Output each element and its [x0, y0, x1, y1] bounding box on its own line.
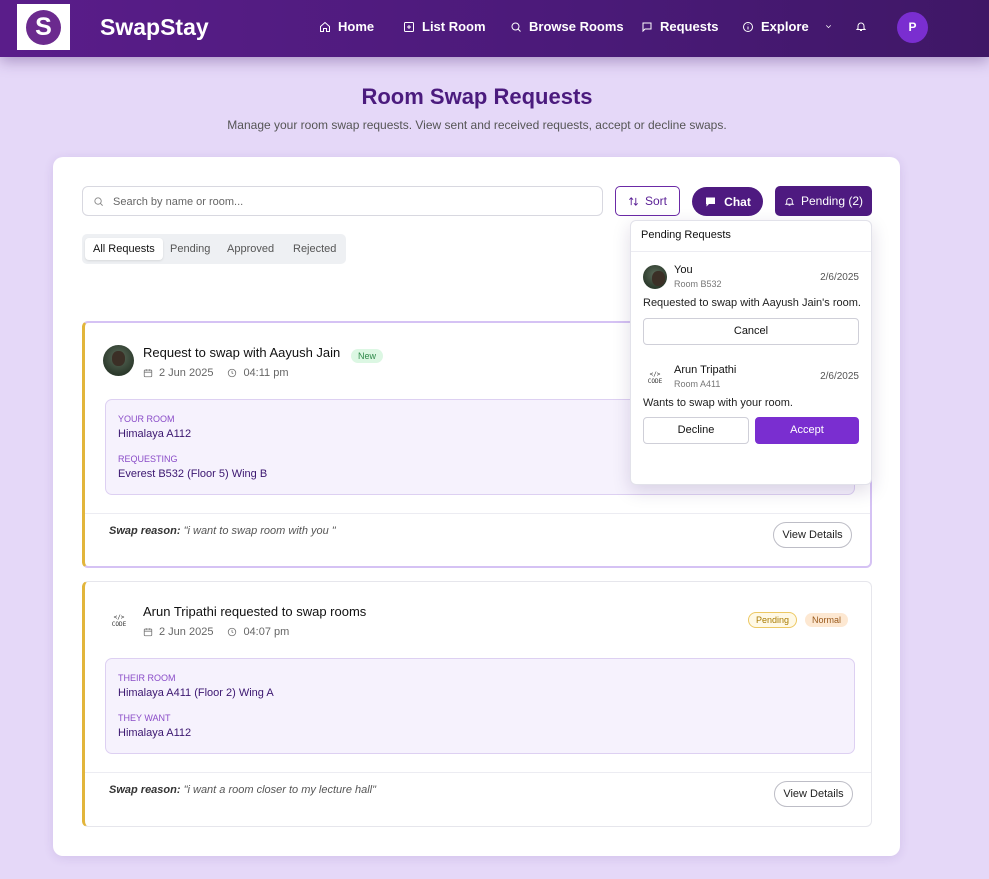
- new-badge: New: [351, 349, 384, 363]
- plus-square-icon: [404, 21, 414, 32]
- pending-item-message: Requested to swap with Aayush Jain's roo…: [643, 297, 861, 309]
- clock-icon: [228, 627, 237, 637]
- top-navbar: S SwapStay Home List Room Browse Rooms R…: [0, 0, 989, 57]
- pending-requests-dropdown: Pending Requests You Room B532 2/6/2025 …: [630, 220, 872, 485]
- code-logo-text: CODE: [111, 621, 127, 628]
- clock-icon: [228, 368, 237, 378]
- user-avatar[interactable]: P: [897, 12, 928, 43]
- nav-explore-label: Explore: [761, 19, 809, 34]
- they-want-value: Himalaya A112: [118, 727, 192, 739]
- sort-arrows-icon: [629, 196, 638, 206]
- swap-reason-label: Swap reason:: [109, 525, 181, 537]
- nav-browse-rooms[interactable]: Browse Rooms: [510, 19, 624, 34]
- search-box[interactable]: [82, 186, 603, 216]
- divider: [631, 251, 871, 252]
- chat-bubble-icon: [706, 197, 716, 206]
- room-details: THEIR ROOM Himalaya A411 (Floor 2) Wing …: [105, 658, 855, 754]
- pending-item-name: Arun Tripathi: [674, 364, 737, 376]
- page-title: Room Swap Requests: [361, 84, 593, 109]
- pending-item-date: 2/6/2025: [820, 371, 859, 382]
- nav-list-room[interactable]: List Room: [403, 19, 486, 34]
- your-room-value: Himalaya A112: [118, 428, 192, 440]
- view-details-button[interactable]: View Details: [774, 781, 853, 807]
- request-title: Request to swap with Aayush Jain: [143, 345, 341, 360]
- requesting-label: REQUESTING: [118, 454, 178, 464]
- pending-button[interactable]: Pending (2): [775, 186, 872, 216]
- chat-button[interactable]: Chat: [692, 187, 763, 216]
- decline-button[interactable]: Decline: [643, 417, 749, 444]
- sort-button[interactable]: Sort: [615, 186, 680, 216]
- accept-button[interactable]: Accept: [755, 417, 859, 444]
- page-subtitle: Manage your room swap requests. View sen…: [227, 118, 727, 132]
- swap-reason-label: Swap reason:: [109, 784, 181, 796]
- nav-home[interactable]: Home: [319, 19, 374, 34]
- their-room-value: Himalaya A411 (Floor 2) Wing A: [118, 687, 274, 699]
- pending-label: Pending (2): [800, 194, 864, 208]
- divider: [85, 772, 871, 773]
- avatar: </> CODE: [105, 607, 133, 635]
- request-meta: 2 Jun 2025 04:07 pm: [143, 626, 289, 638]
- logo-letter: S: [26, 10, 61, 45]
- request-time: 04:07 pm: [243, 626, 290, 638]
- priority-badge: Normal: [805, 613, 849, 627]
- request-card: </> CODE Arun Tripathi requested to swap …: [82, 581, 872, 827]
- calendar-icon: [143, 628, 153, 637]
- pending-badge: Pending: [748, 612, 798, 628]
- nav-browse-rooms-label: Browse Rooms: [529, 19, 624, 34]
- view-details-button[interactable]: View Details: [773, 522, 852, 548]
- bell-icon: [784, 197, 795, 206]
- tab-all-requests[interactable]: All Requests: [85, 238, 163, 260]
- search-icon: [511, 22, 521, 32]
- request-date: 2 Jun 2025: [159, 367, 214, 379]
- nav-explore[interactable]: Explore: [742, 19, 833, 34]
- request-meta: 2 Jun 2025 04:11 pm: [143, 367, 289, 379]
- request-time: 04:11 pm: [243, 367, 289, 379]
- request-date: 2 Jun 2025: [159, 626, 214, 638]
- filter-tabs: All Requests Pending Approved Rejected: [82, 234, 346, 264]
- sort-label: Sort: [644, 194, 667, 208]
- bell-icon: [855, 22, 867, 31]
- swap-reason-text: "i want to swap room with you ": [183, 525, 336, 537]
- request-title: Arun Tripathi requested to swap rooms: [143, 604, 367, 619]
- chat-label: Chat: [724, 194, 751, 209]
- nav-home-label: Home: [338, 19, 375, 34]
- info-icon: [743, 21, 753, 32]
- pending-item-message: Wants to swap with your room.: [643, 397, 793, 409]
- calendar-icon: [143, 369, 153, 378]
- pending-item-date: 2/6/2025: [820, 272, 859, 283]
- tab-approved[interactable]: Approved: [219, 238, 282, 260]
- they-want-label: THEY WANT: [118, 713, 171, 723]
- cancel-button[interactable]: Cancel: [643, 318, 859, 345]
- home-icon: [320, 21, 330, 32]
- chevron-down-icon: [825, 25, 831, 29]
- nav-list-room-label: List Room: [422, 19, 486, 34]
- requesting-value: Everest B532 (Floor 5) Wing B: [118, 468, 268, 480]
- your-room-label: YOUR ROOM: [118, 414, 175, 424]
- tab-rejected[interactable]: Rejected: [285, 238, 344, 260]
- swap-reason: Swap reason: "i want to swap room with y…: [109, 525, 336, 537]
- message-icon: [642, 22, 652, 32]
- divider: [85, 513, 870, 514]
- tab-pending[interactable]: Pending: [162, 238, 218, 260]
- avatar: [643, 265, 667, 289]
- notifications-button[interactable]: [855, 20, 867, 38]
- pending-item-room: Room B532: [674, 279, 722, 289]
- swap-reason: Swap reason: "i want a room closer to my…: [109, 784, 376, 796]
- their-room-label: THEIR ROOM: [118, 673, 176, 683]
- logo[interactable]: S: [17, 4, 70, 50]
- search-input[interactable]: [113, 193, 593, 211]
- brand-name[interactable]: SwapStay: [100, 14, 209, 41]
- code-logo-text: CODE: [647, 378, 663, 385]
- search-icon: [94, 197, 103, 206]
- nav-requests-label: Requests: [660, 19, 719, 34]
- avatar: [103, 345, 134, 376]
- pending-item-room: Room A411: [674, 379, 721, 389]
- dropdown-title: Pending Requests: [641, 229, 731, 241]
- nav-requests[interactable]: Requests: [641, 19, 719, 34]
- swap-reason-text: "i want a room closer to my lecture hall…: [183, 784, 377, 796]
- avatar: </> CODE: [643, 366, 667, 390]
- pending-item-name: You: [674, 264, 693, 276]
